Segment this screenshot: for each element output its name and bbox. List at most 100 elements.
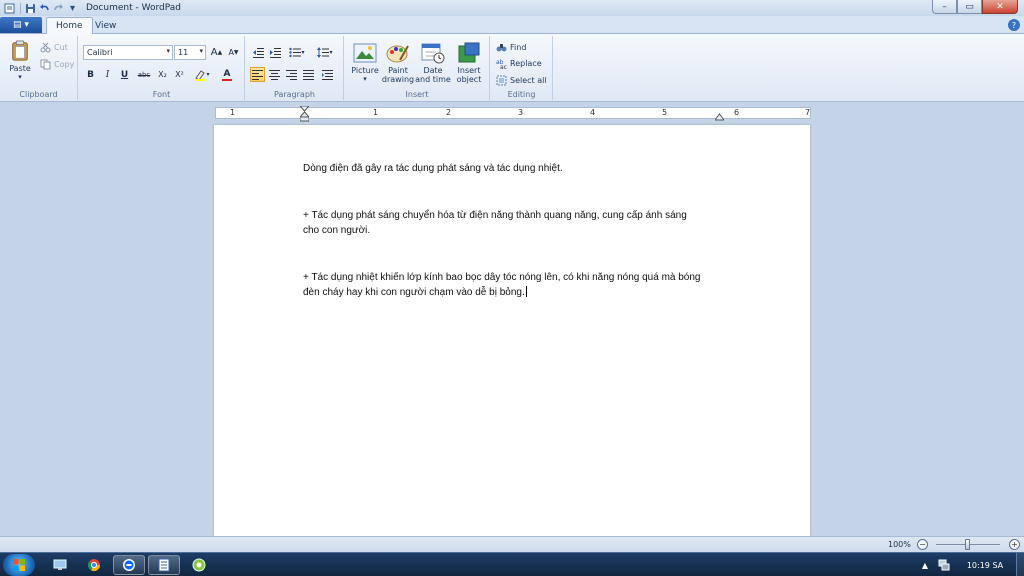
paste-label: Paste (9, 64, 31, 73)
taskbar-app[interactable] (183, 555, 215, 575)
zoom-level-text[interactable]: 100% (888, 540, 911, 549)
replace-label: Replace (510, 58, 542, 68)
paste-button[interactable]: Paste ▾ (6, 40, 34, 82)
clock-time[interactable]: 10:19 SA (960, 561, 1010, 570)
network-icon[interactable] (938, 559, 950, 571)
svg-text:ac: ac (500, 64, 507, 69)
date-time-label: Date and time (415, 66, 451, 84)
superscript-button[interactable]: X² (172, 67, 187, 82)
tab-view[interactable]: View (86, 17, 125, 34)
grow-font-icon: A (210, 47, 218, 58)
strikethrough-button[interactable]: abc (134, 67, 154, 82)
line-spacing-icon (317, 47, 330, 58)
start-button[interactable] (3, 554, 35, 576)
document-paragraph[interactable]: + Tác dụng phát sáng chuyển hóa từ điện … (303, 208, 703, 238)
zoom-out-button[interactable]: − (917, 539, 928, 550)
maximize-button[interactable]: ▭ (957, 0, 982, 14)
show-desktop-button[interactable] (1016, 553, 1024, 576)
chrome-icon (87, 559, 100, 572)
insert-group-label: Insert (405, 90, 429, 99)
zoom-slider-thumb[interactable] (965, 539, 970, 550)
application-menu-button[interactable]: ▤ ▾ (0, 17, 42, 33)
document-paragraph[interactable]: + Tác dụng nhiệt khiến lớp kính bao bọc … (303, 270, 703, 300)
bullets-button[interactable]: ▾ (286, 45, 308, 60)
copy-button[interactable]: Copy (40, 57, 74, 71)
undo-icon[interactable] (38, 2, 51, 14)
indent-marker-icon[interactable] (300, 106, 309, 122)
picture-label: Picture (351, 66, 379, 75)
show-hidden-icons-button[interactable]: ▲ (922, 561, 928, 570)
highlight-color-button[interactable]: ▾ (191, 67, 213, 82)
right-indent-marker-icon[interactable] (715, 112, 724, 121)
green-app-icon (192, 558, 206, 572)
ruler-number: 2 (446, 108, 452, 117)
paragraph-group-label: Paragraph (274, 90, 315, 99)
horizontal-ruler[interactable]: 1 1 2 3 4 5 6 7 (0, 103, 1024, 123)
calendar-clock-icon (421, 43, 445, 64)
text-color-button[interactable]: A (216, 67, 238, 82)
cut-button[interactable]: Cut (40, 40, 68, 54)
qat-separator (20, 2, 21, 14)
ruler-strip[interactable]: 1 1 2 3 4 5 6 7 (215, 106, 811, 122)
shrink-font-button[interactable]: A ▼ (226, 45, 241, 60)
chevron-down-icon: ▾ (206, 71, 210, 78)
select-all-button[interactable]: Select all (496, 73, 547, 87)
grow-font-button[interactable]: A ▲ (209, 45, 224, 60)
zoom-in-button[interactable]: + (1009, 539, 1020, 550)
subscript-button[interactable]: X₂ (155, 67, 170, 82)
taskbar-chrome[interactable] (78, 555, 110, 575)
taskbar-zalo[interactable] (113, 555, 145, 575)
font-family-select[interactable]: Calibri ▾ (83, 45, 173, 60)
redo-icon[interactable] (52, 2, 65, 14)
bold-button[interactable]: B (83, 67, 98, 82)
insert-group: Picture ▾ Paint drawing Date and time In… (345, 36, 490, 100)
justify-button[interactable] (301, 67, 316, 82)
customize-qat-button[interactable]: ▾ (66, 2, 79, 14)
taskbar-wordpad[interactable] (148, 555, 180, 575)
font-group-label: Font (152, 90, 171, 99)
help-icon[interactable]: ? (1008, 19, 1020, 31)
font-family-value: Calibri (87, 48, 113, 57)
text-color-icon: A (223, 68, 231, 79)
align-left-button[interactable] (250, 67, 265, 82)
document-workspace: Dòng điện đã gây ra tác dụng phát sáng v… (0, 123, 1024, 536)
italic-button[interactable]: I (100, 67, 115, 82)
align-right-button[interactable] (284, 67, 299, 82)
align-left-icon (252, 69, 263, 80)
window-controls: – ▭ ✕ (932, 0, 1018, 14)
replace-button[interactable]: ab ac Replace (496, 56, 542, 71)
replace-icon: ab ac (496, 58, 507, 71)
document-page[interactable]: Dòng điện đã gây ra tác dụng phát sáng v… (214, 125, 810, 536)
paint-palette-icon (386, 45, 409, 63)
insert-picture-button[interactable]: Picture ▾ (349, 42, 381, 84)
minimize-button[interactable]: – (932, 0, 957, 14)
date-time-button[interactable]: Date and time (415, 42, 451, 84)
close-button[interactable]: ✕ (982, 0, 1018, 14)
editing-group-label: Editing (507, 90, 536, 99)
paste-dropdown-icon[interactable]: ▾ (18, 73, 22, 82)
clipboard-group: Paste ▾ Cut Copy Clipboard (0, 36, 78, 100)
font-size-select[interactable]: 11 ▾ (174, 45, 206, 60)
paint-drawing-button[interactable]: Paint drawing (382, 42, 414, 84)
paste-icon (12, 40, 28, 61)
title-bar: ▾ Document - WordPad – ▭ ✕ (0, 0, 1024, 16)
save-icon[interactable] (24, 2, 37, 14)
insert-object-button[interactable]: Insert object (453, 42, 485, 84)
document-paragraph-text: + Tác dụng nhiệt khiến lớp kính bao bọc … (303, 272, 701, 298)
document-paragraph[interactable]: Dòng điện đã gây ra tác dụng phát sáng v… (303, 161, 703, 176)
decrease-indent-button[interactable] (250, 45, 265, 60)
copy-icon (40, 59, 51, 70)
find-button[interactable]: Find (496, 40, 526, 54)
chevron-down-icon: ▾ (329, 49, 333, 56)
editing-group: Find ab ac Replace Select all Editing (491, 36, 553, 100)
object-icon (458, 42, 480, 63)
paragraph-settings-button[interactable] (320, 67, 335, 82)
wordpad-app-icon[interactable] (3, 2, 16, 14)
ruler-number: 1 (230, 108, 236, 117)
align-center-button[interactable] (267, 67, 282, 82)
increase-indent-button[interactable] (267, 45, 282, 60)
justify-icon (303, 69, 314, 80)
line-spacing-button[interactable]: ▾ (314, 45, 336, 60)
taskbar-show-desktop-app[interactable] (44, 555, 76, 575)
underline-button[interactable]: U (117, 67, 132, 82)
